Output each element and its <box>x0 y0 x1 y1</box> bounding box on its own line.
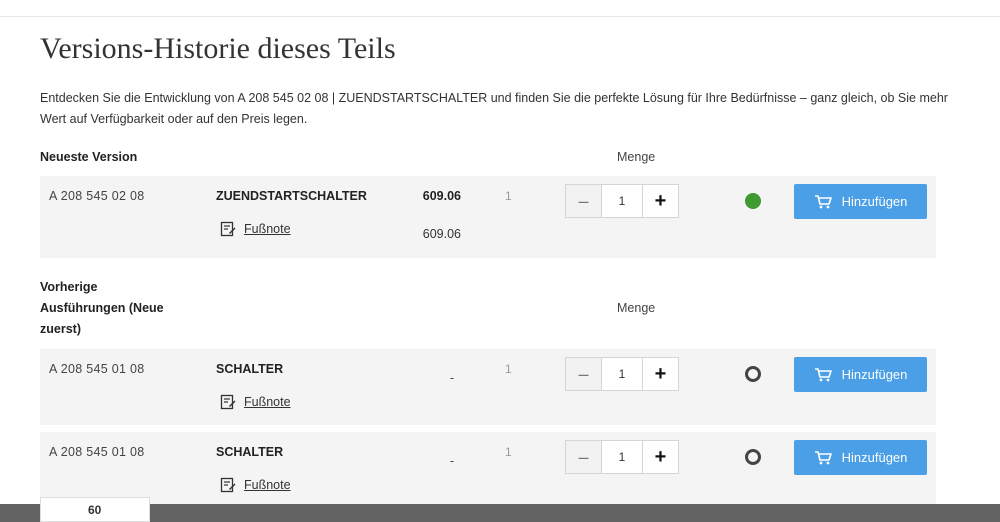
quantity-input[interactable]: 1 <box>602 358 642 390</box>
part-number: A 208 545 01 08 <box>49 445 145 459</box>
footnote-label[interactable]: Fußnote <box>244 222 291 236</box>
add-to-cart-button[interactable]: Hinzufügen <box>794 184 927 219</box>
peek-number: 60 <box>88 503 102 517</box>
decrease-button[interactable]: – <box>566 358 602 390</box>
unit-quantity: 1 <box>505 445 512 459</box>
add-to-cart-button[interactable]: Hinzufügen <box>794 440 927 475</box>
newest-version-heading: Neueste Version <box>40 150 138 164</box>
decrease-button[interactable]: – <box>566 441 602 473</box>
add-button-label: Hinzufügen <box>841 450 908 465</box>
bottom-overlay-bar <box>0 504 1000 522</box>
part-row: A 208 545 01 08 SCHALTER Fußnote - 1 – 1… <box>40 349 936 425</box>
intro-text: Entdecken Sie die Entwicklung von A 208 … <box>40 91 948 126</box>
availability-indicator <box>745 193 761 209</box>
decrease-button[interactable]: – <box>566 185 602 217</box>
cart-icon <box>814 367 832 381</box>
part-number: A 208 545 01 08 <box>49 362 145 376</box>
price: - <box>450 454 455 468</box>
quantity-stepper: – 1 + <box>565 357 679 391</box>
quantity-stepper: – 1 + <box>565 440 679 474</box>
footnote-label[interactable]: Fußnote <box>244 478 291 492</box>
add-button-label: Hinzufügen <box>841 367 908 382</box>
note-edit-icon <box>220 477 236 493</box>
quantity-input[interactable]: 1 <box>602 185 642 217</box>
part-number: A 208 545 02 08 <box>49 189 145 203</box>
page-title: Versions-Historie dieses Teils <box>40 32 396 65</box>
availability-indicator <box>745 449 761 465</box>
previous-versions-heading: Vorherige Ausführungen (Neue zuerst) <box>40 280 164 336</box>
cart-icon <box>814 194 832 208</box>
part-row: A 208 545 02 08 ZUENDSTARTSCHALTER Fußno… <box>40 176 936 258</box>
unit-quantity: 1 <box>505 362 512 376</box>
note-edit-icon <box>220 394 236 410</box>
price-secondary: 609.06 <box>422 227 461 241</box>
availability-indicator <box>745 366 761 382</box>
footnote-link[interactable]: Fußnote <box>220 394 291 410</box>
add-to-cart-button[interactable]: Hinzufügen <box>794 357 927 392</box>
part-name: SCHALTER <box>216 445 284 459</box>
quantity-input[interactable]: 1 <box>602 441 642 473</box>
increase-button[interactable]: + <box>642 185 678 217</box>
menge-header: Menge <box>617 301 656 315</box>
part-name: ZUENDSTARTSCHALTER <box>216 189 367 203</box>
part-name: SCHALTER <box>216 362 284 376</box>
increase-button[interactable]: + <box>642 441 678 473</box>
top-divider <box>0 16 1000 17</box>
menge-header: Menge <box>617 150 656 164</box>
footnote-link[interactable]: Fußnote <box>220 221 291 237</box>
increase-button[interactable]: + <box>642 358 678 390</box>
cart-icon <box>814 450 832 464</box>
note-edit-icon <box>220 221 236 237</box>
footnote-label[interactable]: Fußnote <box>244 395 291 409</box>
add-button-label: Hinzufügen <box>841 194 908 209</box>
unit-quantity: 1 <box>505 189 512 203</box>
part-row: A 208 545 01 08 SCHALTER Fußnote - 1 – 1… <box>40 432 936 508</box>
price: 609.06 <box>422 189 461 203</box>
quantity-stepper: – 1 + <box>565 184 679 218</box>
price: - <box>450 371 455 385</box>
footnote-link[interactable]: Fußnote <box>220 477 291 493</box>
